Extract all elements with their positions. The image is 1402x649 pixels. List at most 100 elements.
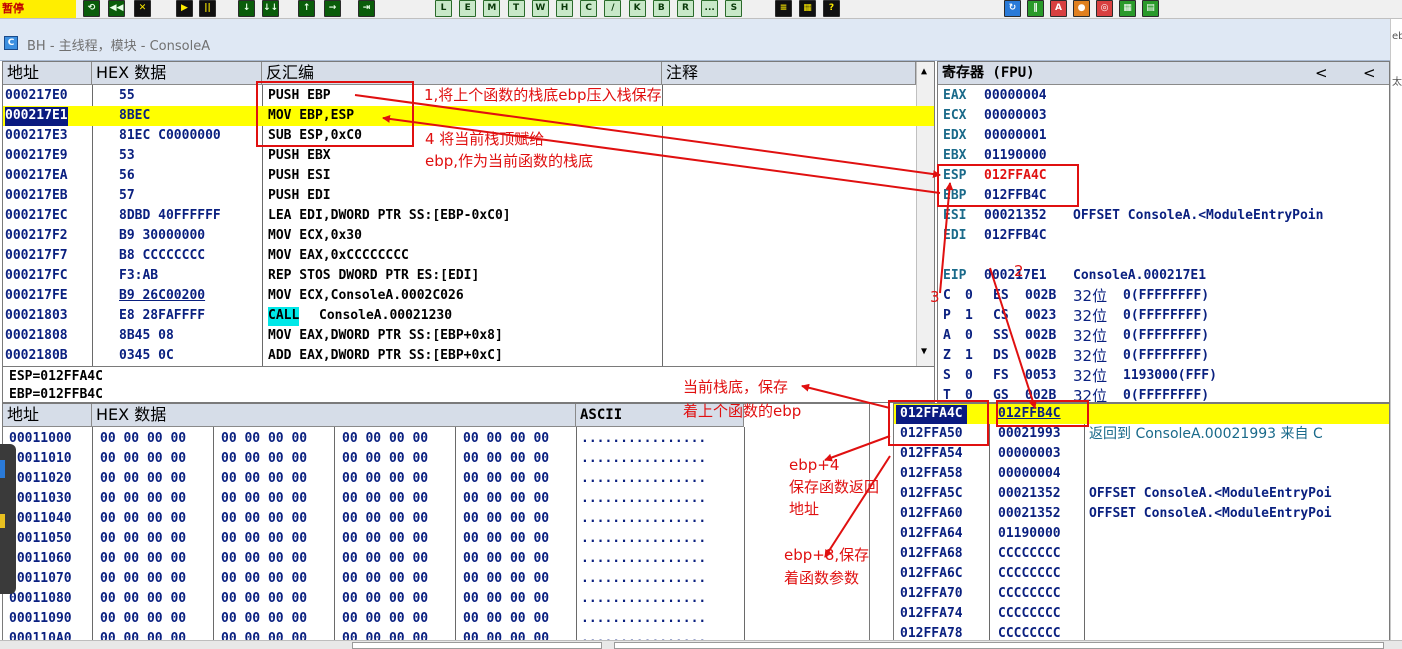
flag-name: C: [943, 288, 951, 303]
disasm-row[interactable]: 000217F2 B9 30000000 MOV ECX,0x30: [3, 226, 934, 246]
toolbar-run-button[interactable]: ◀◀: [108, 0, 125, 17]
stack-row[interactable]: 012FFA60 00021352 OFFSET ConsoleA.<ModuleE…: [894, 504, 1389, 524]
stack-comment: OFFSET ConsoleA.<ModuleEntryPoi: [1089, 486, 1332, 501]
dump-col-header-address[interactable]: 地址: [3, 404, 92, 427]
toolbar-run-button[interactable]: ||: [199, 0, 216, 17]
toolbar-run-button[interactable]: ▶: [176, 0, 193, 17]
dump-col-header-hex[interactable]: HEX 数据: [92, 404, 576, 427]
col-header-comment[interactable]: 注释: [662, 62, 916, 85]
toolbar-right-button[interactable]: ↻: [1004, 0, 1021, 17]
disasm-hex: 53: [119, 148, 135, 163]
disasm-row[interactable]: 000217EC 8DBD 40FFFFFF LEA EDI,DWORD PTR S…: [3, 206, 934, 226]
toolbar-run-button[interactable]: ⟲: [83, 0, 100, 17]
stack-row[interactable]: 012FFA6C CCCCCCCC: [894, 564, 1389, 584]
disasm-row[interactable]: 000217F7 B8 CCCCCCCC MOV EAX,0xCCCCCCCC: [3, 246, 934, 266]
disasm-row[interactable]: 000217E1 8BEC MOV EBP,ESP: [3, 106, 934, 126]
annotation-ebp4-line2: 保存函数返回: [789, 478, 880, 496]
segment-selector: 002B: [1025, 288, 1057, 303]
disasm-row[interactable]: 000217EB 57 PUSH EDI: [3, 186, 934, 206]
toolbar-window-button[interactable]: ...: [701, 0, 719, 17]
toolbar-window-button[interactable]: W: [531, 0, 549, 17]
disasm-instruction: MOV ECX,0x30: [268, 228, 362, 243]
disasm-hex: B9 26C00200: [119, 288, 206, 303]
toolbar-window-button[interactable]: S: [725, 0, 743, 17]
register-nav-left-icon[interactable]: <: [1315, 64, 1328, 82]
stack-row[interactable]: 012FFA64 01190000: [894, 524, 1389, 544]
toolbar-window-button[interactable]: R: [677, 0, 694, 17]
disasm-row[interactable]: 000217FC F3:AB REP STOS DWORD PTR ES:[EDI]: [3, 266, 934, 286]
stack-row[interactable]: 012FFA54 00000003: [894, 444, 1389, 464]
disasm-address: 000217EC: [5, 208, 68, 223]
register-name: EIP: [943, 268, 967, 283]
dump-bytes-group: 00 00 00 00: [463, 511, 550, 526]
toolbar-window-button[interactable]: E: [459, 0, 477, 17]
flag-value: 0: [965, 288, 973, 303]
dump-row[interactable]: 00011020 00 00 00 00 00 00 00 00 00 00 00 0…: [3, 469, 869, 489]
stack-row[interactable]: 012FFA58 00000004: [894, 464, 1389, 484]
toolbar-window-button[interactable]: L: [435, 0, 452, 17]
segment-bits: 32位: [1073, 327, 1108, 345]
dump-row[interactable]: 00011010 00 00 00 00 00 00 00 00 00 00 00 0…: [3, 449, 869, 469]
toolbar-window-button[interactable]: /: [604, 0, 622, 17]
register-nav-left2-icon[interactable]: <: [1363, 64, 1376, 82]
dump-row[interactable]: 00011060 00 00 00 00 00 00 00 00 00 00 00 0…: [3, 549, 869, 569]
toolbar-window-button[interactable]: C: [580, 0, 598, 17]
dump-bytes-group: 00 00 00 00: [342, 551, 429, 566]
dump-row[interactable]: 00011050 00 00 00 00 00 00 00 00 00 00 00 0…: [3, 529, 869, 549]
toolbar-extra-button[interactable]: ?: [823, 0, 840, 17]
register-value[interactable]: 00000003: [984, 107, 1047, 126]
toolbar-window-button[interactable]: T: [507, 0, 525, 17]
disasm-instruction: ConsoleA.00021230: [319, 308, 453, 323]
dump-row[interactable]: 00011070 00 00 00 00 00 00 00 00 00 00 00 0…: [3, 569, 869, 589]
disasm-hex: 8BEC: [119, 108, 151, 123]
toolbar-right-button[interactable]: ◎: [1096, 0, 1113, 17]
toolbar-window-button[interactable]: M: [483, 0, 501, 17]
stack-value: CCCCCCCC: [998, 606, 1061, 621]
disassembly-pane[interactable]: 地址 HEX 数据 反汇编 注释 ▲ ▼ 000217E0 55 PUSH EBP 0…: [2, 61, 935, 367]
dump-bytes-group: 00 00 00 00: [221, 491, 308, 506]
disasm-row[interactable]: 00021803 E8 28FAFFFF CALL ConsoleA.00021230: [3, 306, 934, 326]
stack-row[interactable]: 012FFA74 CCCCCCCC: [894, 604, 1389, 624]
toolbar-run-button[interactable]: →: [324, 0, 341, 17]
registers-pane[interactable]: 寄存器 (FPU) < < EAX 00000004 ECX 00000003 EDX 0…: [937, 61, 1390, 403]
toolbar-run-button[interactable]: ↓: [238, 0, 255, 17]
dump-row[interactable]: 00011030 00 00 00 00 00 00 00 00 00 00 00 0…: [3, 489, 869, 509]
dump-row[interactable]: 00011040 00 00 00 00 00 00 00 00 00 00 00 0…: [3, 509, 869, 529]
toolbar-window-button[interactable]: H: [556, 0, 573, 17]
register-value[interactable]: 00000001: [984, 127, 1047, 146]
toolbar-right-button[interactable]: ▤: [1142, 0, 1159, 17]
toolbar-run-button[interactable]: ↑: [298, 0, 315, 17]
scroll-up-icon[interactable]: ▲: [921, 66, 927, 77]
memory-dump-pane[interactable]: 地址 HEX 数据 ASCII 00011000 00 00 00 00 00 00…: [2, 403, 870, 643]
disasm-row[interactable]: 00021808 8B45 08 MOV EAX,DWORD PTR SS:[EBP…: [3, 326, 934, 346]
disasm-row[interactable]: 0002180B 0345 0C ADD EAX,DWORD PTR SS:[EBP…: [3, 346, 934, 366]
disasm-row[interactable]: 000217FE B9 26C00200 MOV ECX,ConsoleA.0002…: [3, 286, 934, 306]
toolbar-right-button[interactable]: ∥: [1027, 0, 1044, 17]
toolbar-extra-button[interactable]: ≡: [775, 0, 792, 17]
toolbar-right-button[interactable]: A: [1050, 0, 1067, 17]
toolbar-window-button[interactable]: K: [628, 0, 646, 17]
register-value[interactable]: 00000004: [984, 87, 1047, 106]
toolbar-window-button[interactable]: B: [652, 0, 670, 17]
toolbar-run-button[interactable]: ↓↓: [262, 0, 279, 17]
disasm-instruction: ADD EAX,DWORD PTR SS:[EBP+0xC]: [268, 348, 503, 363]
toolbar-run-button[interactable]: ✕: [134, 0, 151, 17]
col-header-address[interactable]: 地址: [3, 62, 92, 85]
dump-row[interactable]: 00011000 00 00 00 00 00 00 00 00 00 00 00 0…: [3, 429, 869, 449]
col-header-hex[interactable]: HEX 数据: [92, 62, 262, 85]
dump-ascii: ................: [581, 431, 707, 446]
toolbar-run-button[interactable]: ⇥: [358, 0, 375, 17]
stack-value: 00000004: [998, 466, 1061, 481]
dump-row[interactable]: 00011090 00 00 00 00 00 00 00 00 00 00 00 0…: [3, 609, 869, 629]
toolbar-right-button[interactable]: ▦: [1119, 0, 1136, 17]
stack-row[interactable]: 012FFA70 CCCCCCCC: [894, 584, 1389, 604]
register-value[interactable]: 00021352: [984, 207, 1047, 226]
stack-row[interactable]: 012FFA68 CCCCCCCC: [894, 544, 1389, 564]
stack-row[interactable]: 012FFA5C 00021352 OFFSET ConsoleA.<ModuleE…: [894, 484, 1389, 504]
info-esp: ESP=012FFA4C: [9, 369, 103, 384]
register-value[interactable]: 012FFB4C: [984, 227, 1047, 246]
toolbar-extra-button[interactable]: ▦: [799, 0, 816, 17]
toolbar-right-button[interactable]: ●: [1073, 0, 1090, 17]
dump-row[interactable]: 00011080 00 00 00 00 00 00 00 00 00 00 00 0…: [3, 589, 869, 609]
dump-bytes-group: 00 00 00 00: [342, 471, 429, 486]
